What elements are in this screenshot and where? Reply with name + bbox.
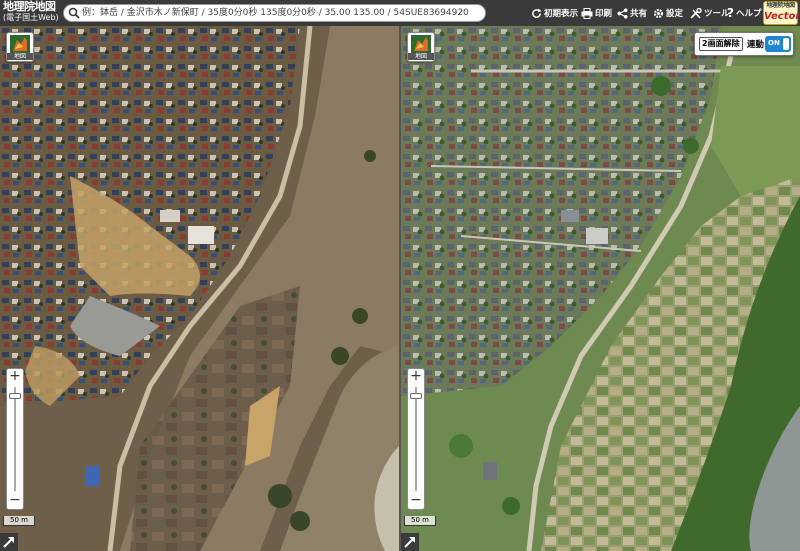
home-label: 初期表示 [544,9,579,19]
right-layer-label: 地図 [408,53,434,60]
expand-arrow-icon [404,537,415,548]
left-expand-button[interactable] [0,533,18,551]
right-zoom-in-button[interactable]: + [408,369,424,385]
share-icon [617,7,628,19]
help-button[interactable]: ? ヘルプ [727,0,761,26]
right-zoom-handle[interactable] [410,393,422,399]
split-view-controls: 2画面解除 連動 ON [694,32,794,56]
search-icon[interactable] [68,7,80,19]
left-zoom-control: + − [6,368,24,510]
split-release-button[interactable]: 2画面解除 [699,37,743,51]
printer-icon [581,7,593,19]
vector-badge-bottom: Vector [764,11,800,22]
sync-toggle[interactable]: ON [765,36,791,52]
gear-icon [653,8,664,18]
top-bar: 地理院地図 (電子国土Web) 初期表示 印刷 共有 [0,0,800,26]
refresh-icon [532,7,542,18]
right-expand-button[interactable] [401,533,419,551]
left-scale-bar: 50 m [3,516,35,526]
tools-icon [690,7,702,19]
tools-label: ツール [704,9,730,19]
search-box [63,4,486,22]
settings-button[interactable]: 設定 [653,0,683,26]
print-label: 印刷 [595,9,613,19]
left-zoom-handle[interactable] [9,393,21,399]
logo-title: 地理院地図 [3,0,56,13]
share-button[interactable]: 共有 [617,0,647,26]
sync-knob [783,38,789,50]
left-layer-label: 地図 [7,53,33,60]
right-map-panel[interactable]: 地図 2画面解除 連動 ON + − 50 m [401,26,800,551]
layer-icon [10,35,30,53]
home-button[interactable]: 初期表示 [531,0,578,26]
right-zoom-control: + − [407,368,425,510]
right-aerial-imagery[interactable] [401,26,800,551]
left-zoom-in-button[interactable]: + [7,369,23,385]
tools-button[interactable]: ツール [690,0,730,26]
left-zoom-out-button[interactable]: − [7,493,23,509]
right-zoom-out-button[interactable]: − [408,493,424,509]
help-icon: ? [727,6,734,20]
left-aerial-imagery[interactable] [0,26,399,551]
expand-arrow-icon [3,537,14,548]
vector-map-link[interactable]: 地理院地図 Vector [763,1,800,25]
sync-state: ON [768,39,780,47]
gsi-logo[interactable]: 地理院地図 (電子国土Web) [3,1,59,25]
right-scale-bar: 50 m [404,516,436,526]
share-label: 共有 [630,9,648,19]
left-layer-button[interactable]: 地図 [6,32,34,62]
search-input[interactable] [82,6,482,20]
print-button[interactable]: 印刷 [581,0,612,26]
left-map-panel[interactable]: 地図 + − 50 m [0,26,399,551]
sync-label: 連動 [747,40,765,50]
help-label: ヘルプ [735,9,762,19]
right-layer-button[interactable]: 地図 [407,32,435,62]
left-zoom-track[interactable] [14,387,16,491]
settings-label: 設定 [666,9,684,19]
right-zoom-track[interactable] [415,387,417,491]
logo-subtitle: (電子国土Web) [3,13,59,22]
layer-icon [411,35,431,53]
vector-badge-top: 地理院地図 [766,2,795,9]
